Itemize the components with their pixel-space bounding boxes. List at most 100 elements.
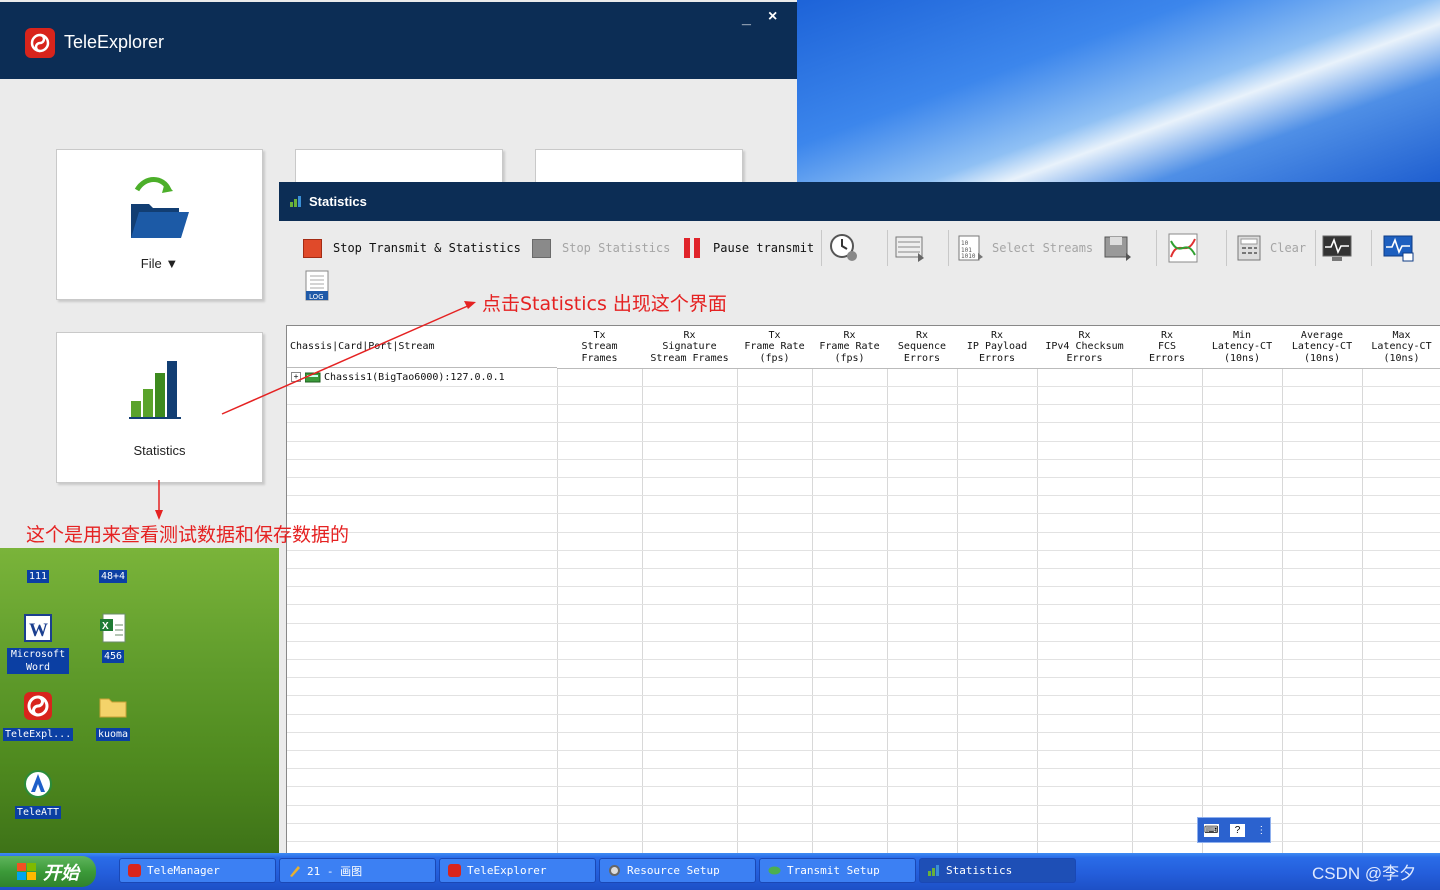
column-header[interactable]: Average Latency-CT (10ns): [1282, 326, 1362, 369]
keyboard-icon[interactable]: ⌨: [1203, 823, 1219, 837]
column-header[interactable]: Chassis|Card|Port|Stream: [287, 326, 557, 368]
file-tile[interactable]: File ▼: [56, 149, 263, 300]
ime-menu-icon[interactable]: ⋮: [1256, 824, 1266, 837]
desktop-icon-teleatt[interactable]: TeleATT: [3, 768, 73, 819]
taskbar: 开始 TeleManager 21 - 画图 TeleExplorer Reso…: [0, 853, 1440, 890]
file-tile-label: File ▼: [140, 256, 179, 271]
clear-button[interactable]: Clear: [1236, 234, 1306, 262]
toolbar-separator: [821, 230, 822, 266]
taskbar-item-statistics[interactable]: Statistics: [919, 858, 1076, 883]
desktop-icon-microsoft-word[interactable]: W Microsoft Word: [3, 612, 73, 674]
toolbar-separator: [1226, 230, 1227, 266]
stop-gray-icon: [532, 238, 551, 258]
row-divider: [287, 805, 1440, 806]
desktop-icon-456[interactable]: X 456: [78, 612, 148, 663]
taskbar-item-teleexplorer[interactable]: TeleExplorer: [439, 858, 596, 883]
row-divider: [287, 768, 1440, 769]
desktop-icon-kuoma[interactable]: kuoma: [78, 690, 148, 741]
table-column: Rx IPv4 Checksum Errors: [1037, 326, 1133, 854]
row-divider: [287, 750, 1440, 751]
excel-icon: X: [97, 612, 129, 644]
statistics-tile[interactable]: Statistics: [56, 332, 263, 483]
paint-icon: [290, 866, 300, 877]
minimize-button[interactable]: _: [742, 10, 751, 28]
svg-text:1010: 1010: [961, 253, 976, 260]
desktop-icon-48-4[interactable]: 48+4: [78, 548, 148, 583]
column-header[interactable]: Tx Frame Rate (fps): [737, 326, 812, 369]
stop-transmit-statistics-button[interactable]: Stop Transmit & Statistics: [303, 234, 521, 262]
table-column: Chassis|Card|Port|Stream: [287, 326, 558, 854]
folder-open-icon: [129, 176, 191, 243]
row-divider: [287, 714, 1440, 715]
column-header[interactable]: Rx IPv4 Checksum Errors: [1037, 326, 1132, 369]
row-divider: [287, 568, 1440, 569]
annotation-click-note: 点击Statistics 出现这个界面: [482, 293, 727, 315]
statistics-tile-label: Statistics: [133, 443, 186, 458]
bar-chart-icon: [129, 359, 191, 424]
toolbar-separator: [887, 230, 888, 266]
column-header[interactable]: Rx FCS Errors: [1132, 326, 1202, 369]
binary-list-icon: 10 101 1010: [958, 235, 984, 261]
line-chart-icon[interactable]: [1167, 232, 1199, 264]
ime-toolbar[interactable]: ⌨ ? ⋮: [1197, 817, 1271, 843]
toolbar-separator: [1371, 230, 1372, 266]
chassis-label: Chassis1(BigTao6000):127.0.0.1: [324, 371, 505, 383]
pause-transmit-button[interactable]: Pause transmit: [684, 234, 814, 262]
folder-icon: [97, 548, 129, 564]
column-header[interactable]: Tx Stream Frames: [557, 326, 642, 369]
clock-settings-icon[interactable]: [828, 232, 860, 264]
teleexplorer-icon: [448, 864, 461, 877]
annotation-purpose-note: 这个是用来查看测试数据和保存数据的: [26, 524, 350, 546]
row-divider: [287, 386, 1440, 387]
taskbar-item-transmit-setup[interactable]: Transmit Setup: [759, 858, 916, 883]
statistics-small-icon: [928, 865, 939, 876]
desktop-icon-111[interactable]: 111: [3, 548, 73, 583]
select-streams-button[interactable]: 10 101 1010 Select Streams: [958, 234, 1093, 262]
gear-icon: [609, 865, 620, 876]
taskbar-item-paint[interactable]: 21 - 画图: [279, 858, 436, 883]
word-icon: W: [22, 612, 54, 644]
streams-config-icon[interactable]: [894, 232, 926, 264]
column-header[interactable]: Rx Sequence Errors: [887, 326, 957, 369]
teleatt-app-icon: [22, 768, 54, 800]
start-button[interactable]: 开始: [0, 856, 96, 887]
table-column: Tx Frame Rate (fps): [737, 326, 813, 854]
monitor-waveform-icon[interactable]: [1322, 232, 1354, 264]
table-column: Rx IP Payload Errors: [957, 326, 1038, 854]
taskbar-item-telemanager[interactable]: TeleManager: [119, 858, 276, 883]
statistics-titlebar: Statistics: [279, 182, 1440, 221]
table-column: Rx Sequence Errors: [887, 326, 958, 854]
help-icon[interactable]: ?: [1229, 823, 1245, 837]
table-column: Max Latency-CT (10ns): [1362, 326, 1440, 854]
window-title: TeleExplorer: [64, 32, 165, 52]
table-column: Rx FCS Errors: [1132, 326, 1203, 854]
row-divider: [287, 604, 1440, 605]
transmit-icon: [768, 866, 781, 875]
log-button[interactable]: LOG: [302, 270, 334, 302]
table-column: Min Latency-CT (10ns): [1202, 326, 1283, 854]
close-button[interactable]: ×: [768, 8, 777, 26]
row-divider: [287, 513, 1440, 514]
export-disk-icon[interactable]: [1101, 232, 1133, 264]
desktop-icon-teleexplorer[interactable]: TeleExpl...: [3, 690, 74, 741]
stop-statistics-button[interactable]: Stop Statistics: [532, 234, 670, 262]
column-header[interactable]: Max Latency-CT (10ns): [1362, 326, 1440, 369]
row-divider: [287, 641, 1440, 642]
row-divider: [287, 532, 1440, 533]
row-divider: [287, 477, 1440, 478]
column-header[interactable]: Rx Signature Stream Frames: [642, 326, 737, 369]
desktop-wallpaper-sky: [797, 0, 1440, 182]
statistics-small-icon: [290, 196, 302, 210]
expand-icon[interactable]: +: [291, 372, 301, 382]
pause-icon: [684, 238, 702, 258]
table-row[interactable]: + Chassis1(BigTao6000):127.0.0.1: [291, 370, 505, 384]
column-header[interactable]: Rx Frame Rate (fps): [812, 326, 887, 369]
taskbar-item-resource-setup[interactable]: Resource Setup: [599, 858, 756, 883]
table-column: Average Latency-CT (10ns): [1282, 326, 1363, 854]
column-header[interactable]: Rx IP Payload Errors: [957, 326, 1037, 369]
column-header[interactable]: Min Latency-CT (10ns): [1202, 326, 1282, 369]
teleexplorer-titlebar: TeleExplorer _ ×: [0, 2, 797, 79]
monitor-waveform-blue-icon[interactable]: [1383, 232, 1415, 264]
row-divider: [287, 404, 1440, 405]
row-divider: [287, 695, 1440, 696]
